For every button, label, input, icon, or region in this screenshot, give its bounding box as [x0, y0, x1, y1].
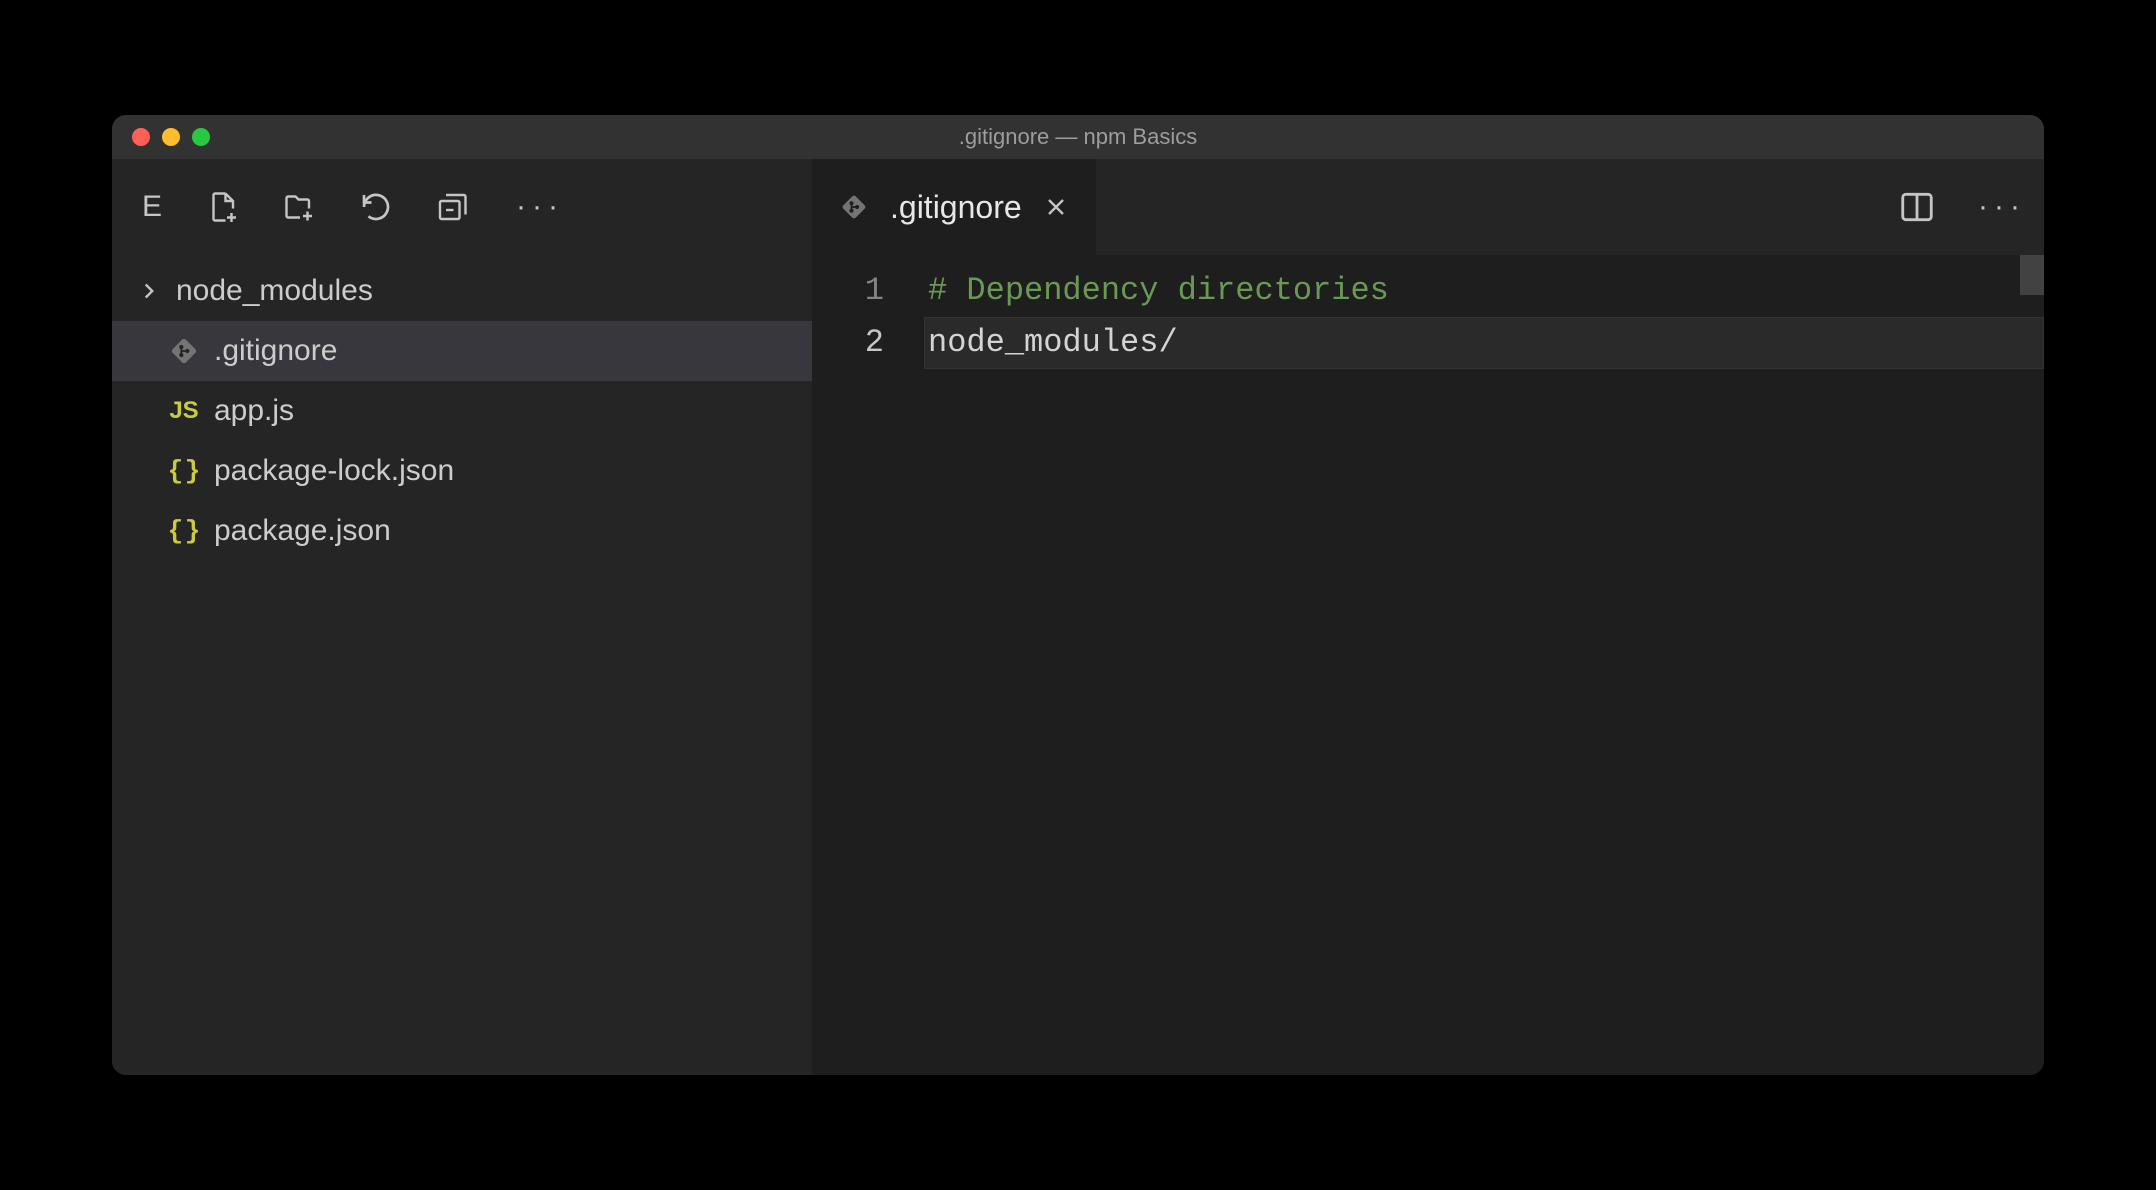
js-file-icon: JS [168, 395, 200, 427]
code-content[interactable]: # Dependency directories node_modules/ [928, 265, 2044, 1075]
tab-gitignore[interactable]: .gitignore [812, 159, 1096, 255]
explorer-sidebar: E ··· n [112, 159, 812, 1075]
close-window-button[interactable] [132, 128, 150, 146]
code-editor[interactable]: 1 2 # Dependency directories node_module… [812, 255, 2044, 1075]
tab-bar: .gitignore ··· [812, 159, 2044, 255]
editor-window: .gitignore — npm Basics E ··· [112, 115, 2044, 1075]
git-icon [838, 191, 870, 223]
tree-item-label: package-lock.json [214, 454, 454, 488]
editor-more-actions-icon[interactable]: ··· [1978, 190, 2026, 224]
split-editor-icon[interactable] [1898, 188, 1936, 226]
tree-item-label: node_modules [176, 274, 373, 308]
json-file-icon: { } [168, 515, 200, 547]
window-controls [112, 128, 210, 146]
editor-body: E ··· n [112, 159, 2044, 1075]
titlebar[interactable]: .gitignore — npm Basics [112, 115, 2044, 159]
collapse-all-icon[interactable] [434, 189, 470, 225]
refresh-icon[interactable] [358, 189, 394, 225]
tree-item-label: app.js [214, 394, 294, 428]
new-folder-icon[interactable] [282, 189, 318, 225]
tab-actions: ··· [1898, 159, 2026, 255]
tree-file-app-js[interactable]: JS app.js [112, 381, 812, 441]
line-number: 2 [812, 317, 884, 369]
explorer-label: E [142, 190, 162, 224]
tree-file-package-json[interactable]: { } package.json [112, 501, 812, 561]
editor-pane: .gitignore ··· 1 2 [812, 159, 2044, 1075]
file-tree: node_modules .gitignore JS app.js { [112, 255, 812, 561]
more-actions-icon[interactable]: ··· [516, 190, 564, 224]
new-file-icon[interactable] [206, 189, 242, 225]
tree-item-label: package.json [214, 514, 391, 548]
window-title: .gitignore — npm Basics [112, 124, 2044, 150]
explorer-header: E ··· [112, 159, 812, 255]
tree-folder-node-modules[interactable]: node_modules [112, 261, 812, 321]
tree-item-label: .gitignore [214, 334, 337, 368]
tree-file-package-lock[interactable]: { } package-lock.json [112, 441, 812, 501]
minimize-window-button[interactable] [162, 128, 180, 146]
maximize-window-button[interactable] [192, 128, 210, 146]
code-text: # Dependency directories [928, 272, 1389, 309]
line-gutter: 1 2 [812, 265, 928, 1075]
code-text: node_modules/ [928, 324, 1178, 361]
chevron-right-icon [136, 278, 162, 304]
line-number: 1 [812, 265, 884, 317]
tab-label: .gitignore [890, 189, 1022, 226]
git-icon [168, 335, 200, 367]
close-tab-icon[interactable] [1042, 193, 1070, 221]
json-file-icon: { } [168, 455, 200, 487]
tree-file-gitignore[interactable]: .gitignore [112, 321, 812, 381]
